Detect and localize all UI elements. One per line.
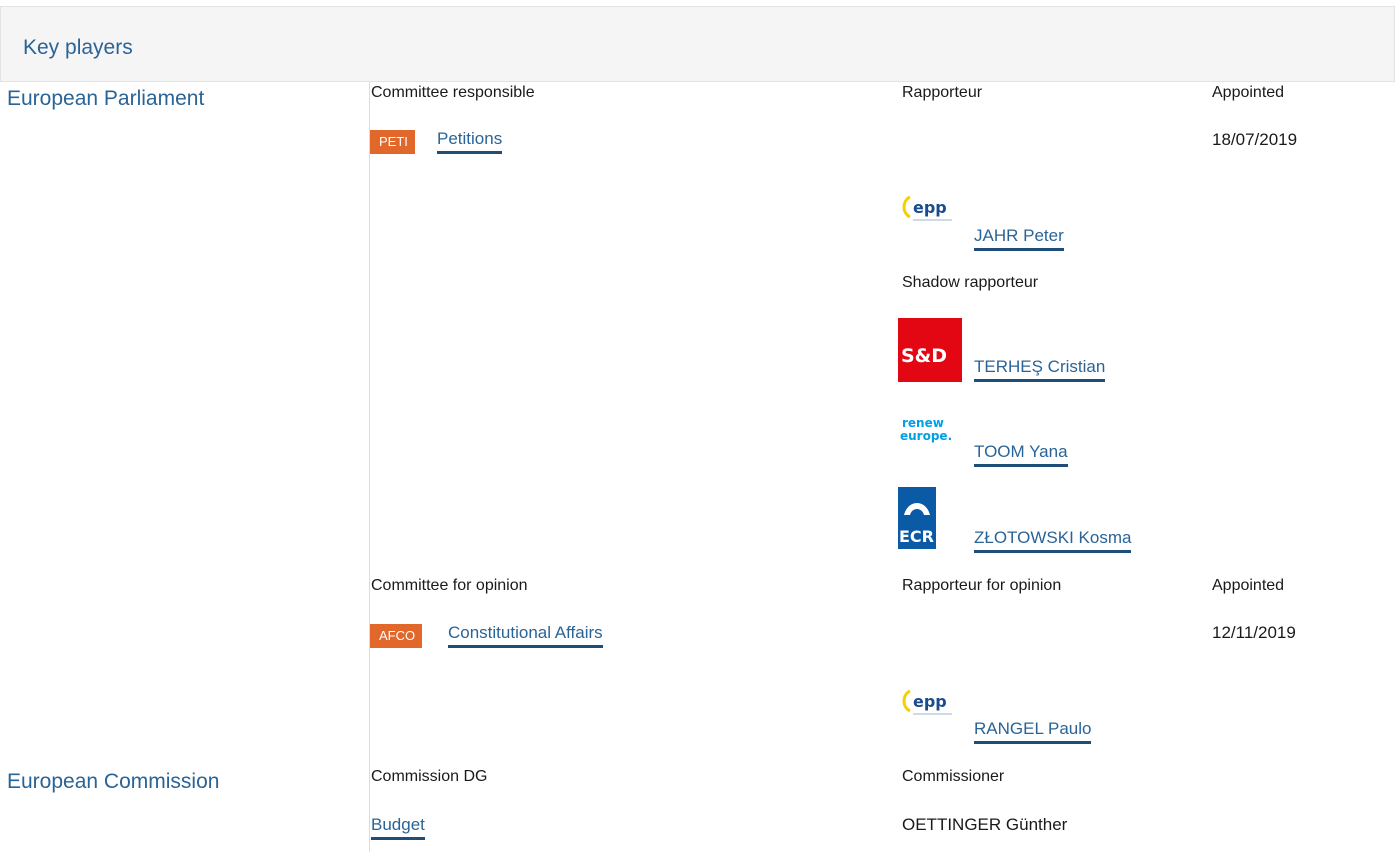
committee-link-petitions[interactable]: Petitions	[437, 129, 503, 154]
svg-text:ECR: ECR	[899, 527, 934, 546]
shadow-rapporteur-label: Shadow rapporteur	[902, 274, 1039, 291]
key-players-title: Key players	[23, 36, 133, 59]
committee-link-constitutional-affairs[interactable]: Constitutional Affairs	[448, 623, 603, 648]
key-players-panel: Key players European Parliament Committe…	[0, 0, 1397, 852]
rapporteur-link-jahr[interactable]: JAHR Peter	[974, 226, 1064, 251]
rapporteur-opinion-link-rangel[interactable]: RANGEL Paulo	[974, 719, 1092, 744]
svg-text:renew: renew	[902, 416, 944, 430]
committee-badge-peti: PETI	[370, 130, 415, 154]
dg-link-budget[interactable]: Budget	[371, 815, 425, 840]
shadow-link-toom[interactable]: TOOM Yana	[974, 442, 1068, 467]
shadow-link-zlotowski[interactable]: ZŁOTOWSKI Kosma	[974, 528, 1132, 553]
ecr-logo: ECR	[898, 487, 962, 551]
header-commission-dg: Commission DG	[371, 768, 488, 785]
epp-logo: epp	[898, 183, 962, 247]
header-committee-responsible: Committee responsible	[371, 84, 535, 101]
renew-europe-logo: renew europe.	[898, 403, 962, 467]
svg-text:epp: epp	[913, 692, 947, 711]
epp-logo-opinion: epp	[898, 677, 962, 741]
appointed-date-peti: 18/07/2019	[1212, 130, 1298, 149]
svg-text:epp: epp	[913, 198, 947, 217]
header-appointed-opinion: Appointed	[1212, 577, 1285, 594]
header-appointed: Appointed	[1212, 84, 1285, 101]
svg-text:S&D: S&D	[901, 345, 947, 367]
header-committee-opinion: Committee for opinion	[371, 577, 528, 594]
shadow-link-terhes[interactable]: TERHEŞ Cristian	[974, 357, 1106, 382]
section-title-parliament: European Parliament	[7, 87, 205, 110]
svg-text:europe.: europe.	[900, 429, 952, 443]
appointed-date-afco: 12/11/2019	[1212, 623, 1296, 642]
committee-badge-afco: AFCO	[370, 624, 423, 648]
header-rapporteur: Rapporteur	[902, 84, 983, 101]
column-divider	[369, 82, 370, 852]
content-column	[370, 82, 1397, 852]
header-commissioner: Commissioner	[902, 768, 1005, 785]
sd-logo: S&D	[898, 318, 962, 382]
key-players-header: Key players	[0, 6, 1395, 82]
header-rapporteur-opinion: Rapporteur for opinion	[902, 577, 1062, 594]
commissioner-name: OETTINGER Günther	[902, 815, 1068, 834]
section-title-commission: European Commission	[7, 770, 220, 793]
